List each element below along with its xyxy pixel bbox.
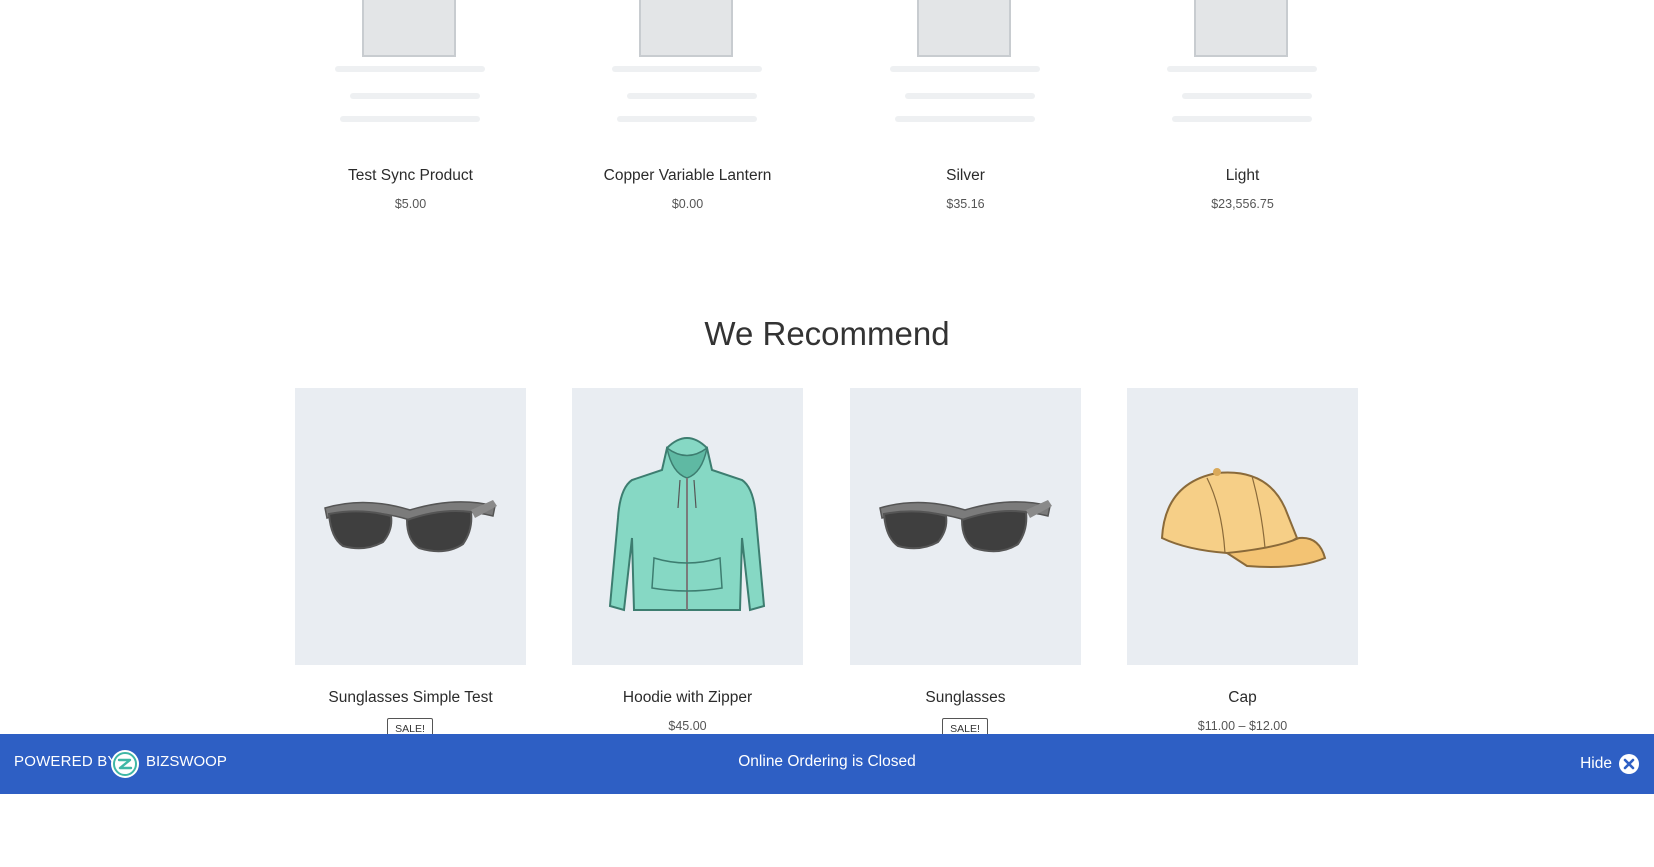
product-name[interactable]: Copper Variable Lantern	[572, 167, 803, 185]
cap-icon	[1160, 468, 1327, 568]
product-image[interactable]	[295, 388, 526, 665]
product-name[interactable]: Test Sync Product	[295, 167, 526, 185]
product-image-placeholder[interactable]	[1127, 0, 1358, 138]
placeholder-image-icon	[612, 0, 762, 122]
hide-label: Hide	[1580, 755, 1612, 772]
sunglasses-icon	[879, 500, 1052, 553]
product-image[interactable]	[572, 388, 803, 665]
product-image[interactable]	[1127, 388, 1358, 665]
product-image-placeholder[interactable]	[295, 0, 526, 138]
product-name[interactable]: Sunglasses Simple Test	[295, 689, 526, 707]
product-price: $23,556.75	[1211, 197, 1274, 211]
product-name[interactable]: Sunglasses	[850, 689, 1081, 707]
product-price: $11.00 – $12.00	[1197, 719, 1288, 733]
product-image[interactable]	[850, 388, 1081, 665]
product-image-placeholder[interactable]	[850, 0, 1081, 138]
ordering-status-text: Online Ordering is Closed	[738, 753, 916, 770]
product-price: $45.00	[668, 719, 707, 733]
product-name[interactable]: Cap	[1127, 689, 1358, 707]
product-name[interactable]: Hoodie with Zipper	[572, 689, 803, 707]
product-name[interactable]: Light	[1127, 167, 1358, 185]
placeholder-image-icon	[335, 0, 485, 122]
product-name[interactable]: Silver	[850, 167, 1081, 185]
section-title: We Recommend	[704, 315, 950, 352]
product-price: $5.00	[394, 197, 427, 211]
product-price: $35.16	[946, 197, 985, 211]
product-price: $0.00	[671, 197, 704, 211]
placeholder-image-icon	[1167, 0, 1317, 122]
placeholder-image-icon	[890, 0, 1040, 122]
close-icon[interactable]	[1618, 753, 1640, 775]
sunglasses-icon	[324, 500, 497, 553]
hide-button[interactable]: Hide	[1580, 749, 1640, 779]
ordering-status-bar: POWERED BY: BIZSWOOP Online Ordering is …	[0, 734, 1654, 794]
product-image-placeholder[interactable]	[572, 0, 803, 138]
hoodie-icon	[608, 437, 766, 612]
